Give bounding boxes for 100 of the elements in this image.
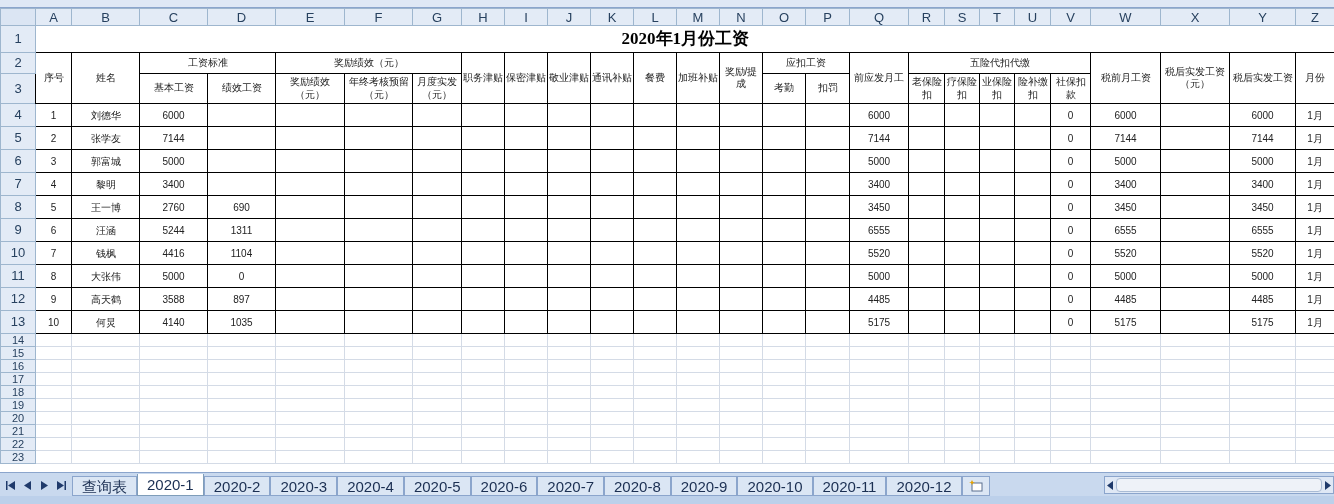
column-header[interactable]: M [676, 8, 720, 26]
table-cell: 6555 [1229, 218, 1296, 242]
column-header[interactable]: H [461, 8, 505, 26]
row-header[interactable]: 9 [0, 218, 36, 242]
column-header[interactable]: F [344, 8, 413, 26]
table-cell: 大张伟 [71, 264, 140, 288]
column-header[interactable]: P [805, 8, 850, 26]
column-header[interactable]: Y [1229, 8, 1296, 26]
table-cell: 0 [1050, 218, 1091, 242]
sheet-tab[interactable]: 2020-1 [137, 474, 204, 496]
sheet-tab[interactable]: 2020-11 [812, 476, 887, 496]
sheet-tab[interactable]: 查询表 [72, 476, 137, 496]
row-header[interactable]: 7 [0, 172, 36, 196]
column-header[interactable]: V [1050, 8, 1091, 26]
column-header[interactable]: E [275, 8, 345, 26]
table-cell: 0 [1050, 172, 1091, 196]
table-cell: 1035 [207, 310, 276, 334]
sheet-tab[interactable]: 2020-7 [537, 476, 605, 496]
table-cell: 5520 [1229, 241, 1296, 265]
column-header[interactable]: J [547, 8, 591, 26]
header-cell: 应扣工资 [762, 52, 850, 74]
column-header[interactable]: R [908, 8, 945, 26]
column-header[interactable]: U [1014, 8, 1051, 26]
table-cell: 5 [35, 195, 72, 219]
column-header[interactable]: T [979, 8, 1015, 26]
table-cell: 0 [1050, 195, 1091, 219]
header-cell: 奖励绩效（元） [275, 73, 345, 104]
table-cell: 3400 [1090, 172, 1161, 196]
table-cell: 郭富城 [71, 149, 140, 173]
column-header[interactable]: S [944, 8, 980, 26]
table-cell: 6 [35, 218, 72, 242]
row-header[interactable]: 10 [0, 241, 36, 265]
table-cell: 0 [1050, 149, 1091, 173]
column-header[interactable]: D [207, 8, 276, 26]
header-cell: 考勤 [762, 73, 806, 104]
sheet-tab[interactable]: 2020-4 [337, 476, 404, 496]
header-cell: 前应发月工 [849, 52, 909, 104]
column-header[interactable]: B [71, 8, 140, 26]
row-header[interactable]: 8 [0, 195, 36, 219]
header-cell: 社保扣款 [1050, 73, 1091, 104]
header-cell: 月份 [1295, 52, 1334, 104]
column-header[interactable]: Q [849, 8, 909, 26]
table-cell: 6555 [849, 218, 909, 242]
column-header[interactable]: O [762, 8, 806, 26]
column-header[interactable]: A [35, 8, 72, 26]
table-cell: 7144 [1090, 126, 1161, 150]
header-cell: 奖励/提成 [719, 52, 763, 104]
row-header[interactable]: 1 [0, 25, 36, 53]
row-header[interactable]: 13 [0, 310, 36, 334]
header-cell: 五险代扣代缴 [908, 52, 1091, 74]
table-cell: 6000 [1090, 103, 1161, 127]
column-header[interactable]: Z [1295, 8, 1334, 26]
row-header[interactable]: 4 [0, 103, 36, 127]
sheet-tab[interactable]: 2020-12 [886, 476, 962, 496]
column-header[interactable]: C [139, 8, 208, 26]
table-cell: 5000 [139, 149, 208, 173]
column-header[interactable]: I [504, 8, 548, 26]
table-cell: 5175 [1229, 310, 1296, 334]
sheet-tab[interactable]: 2020-9 [670, 476, 738, 496]
table-cell: 4140 [139, 310, 208, 334]
column-header[interactable]: G [412, 8, 462, 26]
column-header[interactable]: L [633, 8, 677, 26]
sheet-tab[interactable]: 2020-5 [403, 476, 471, 496]
sheet-tab[interactable]: 2020-10 [737, 476, 813, 496]
scroll-right-icon[interactable] [1325, 480, 1331, 490]
column-header[interactable]: K [590, 8, 634, 26]
header-cell: 税前月工资 [1090, 52, 1161, 104]
header-cell: 职务津贴 [461, 52, 505, 104]
table-cell: 7 [35, 241, 72, 265]
table-cell: 5520 [849, 241, 909, 265]
table-cell: 2 [35, 126, 72, 150]
column-header[interactable]: N [719, 8, 763, 26]
row-header[interactable]: 6 [0, 149, 36, 173]
sheet-tab[interactable]: 2020-2 [203, 476, 271, 496]
header-cell: 保密津贴 [504, 52, 548, 104]
new-sheet-icon [968, 480, 983, 492]
sheet-tab[interactable]: 2020-8 [604, 476, 671, 496]
sheet-tab[interactable]: 2020-3 [270, 476, 338, 496]
column-header[interactable]: X [1160, 8, 1230, 26]
table-cell: 690 [207, 195, 276, 219]
sheet-title: 2020年1月份工资 [621, 29, 749, 49]
horizontal-scrollbar[interactable] [1104, 476, 1334, 494]
row-header[interactable]: 11 [0, 264, 36, 288]
row-header[interactable]: 5 [0, 126, 36, 150]
row-header[interactable]: 3 [0, 73, 36, 104]
table-cell: 钱枫 [71, 241, 140, 265]
row-header[interactable]: 2 [0, 52, 36, 74]
column-header[interactable]: W [1090, 8, 1161, 26]
table-cell: 5000 [1090, 264, 1161, 288]
triangle-icon [6, 480, 15, 490]
table-cell: 刘德华 [71, 103, 140, 127]
header-cell: 税后实发工资 [1229, 52, 1296, 104]
table-cell: 8 [35, 264, 72, 288]
scroll-left-icon[interactable] [1107, 480, 1113, 490]
header-cell: 餐费 [633, 52, 677, 104]
table-cell: 4485 [1229, 287, 1296, 311]
table-cell: 5000 [1229, 264, 1296, 288]
sheet-tab[interactable]: 2020-6 [470, 476, 538, 496]
row-header[interactable]: 12 [0, 287, 36, 311]
table-cell: 7144 [849, 126, 909, 150]
